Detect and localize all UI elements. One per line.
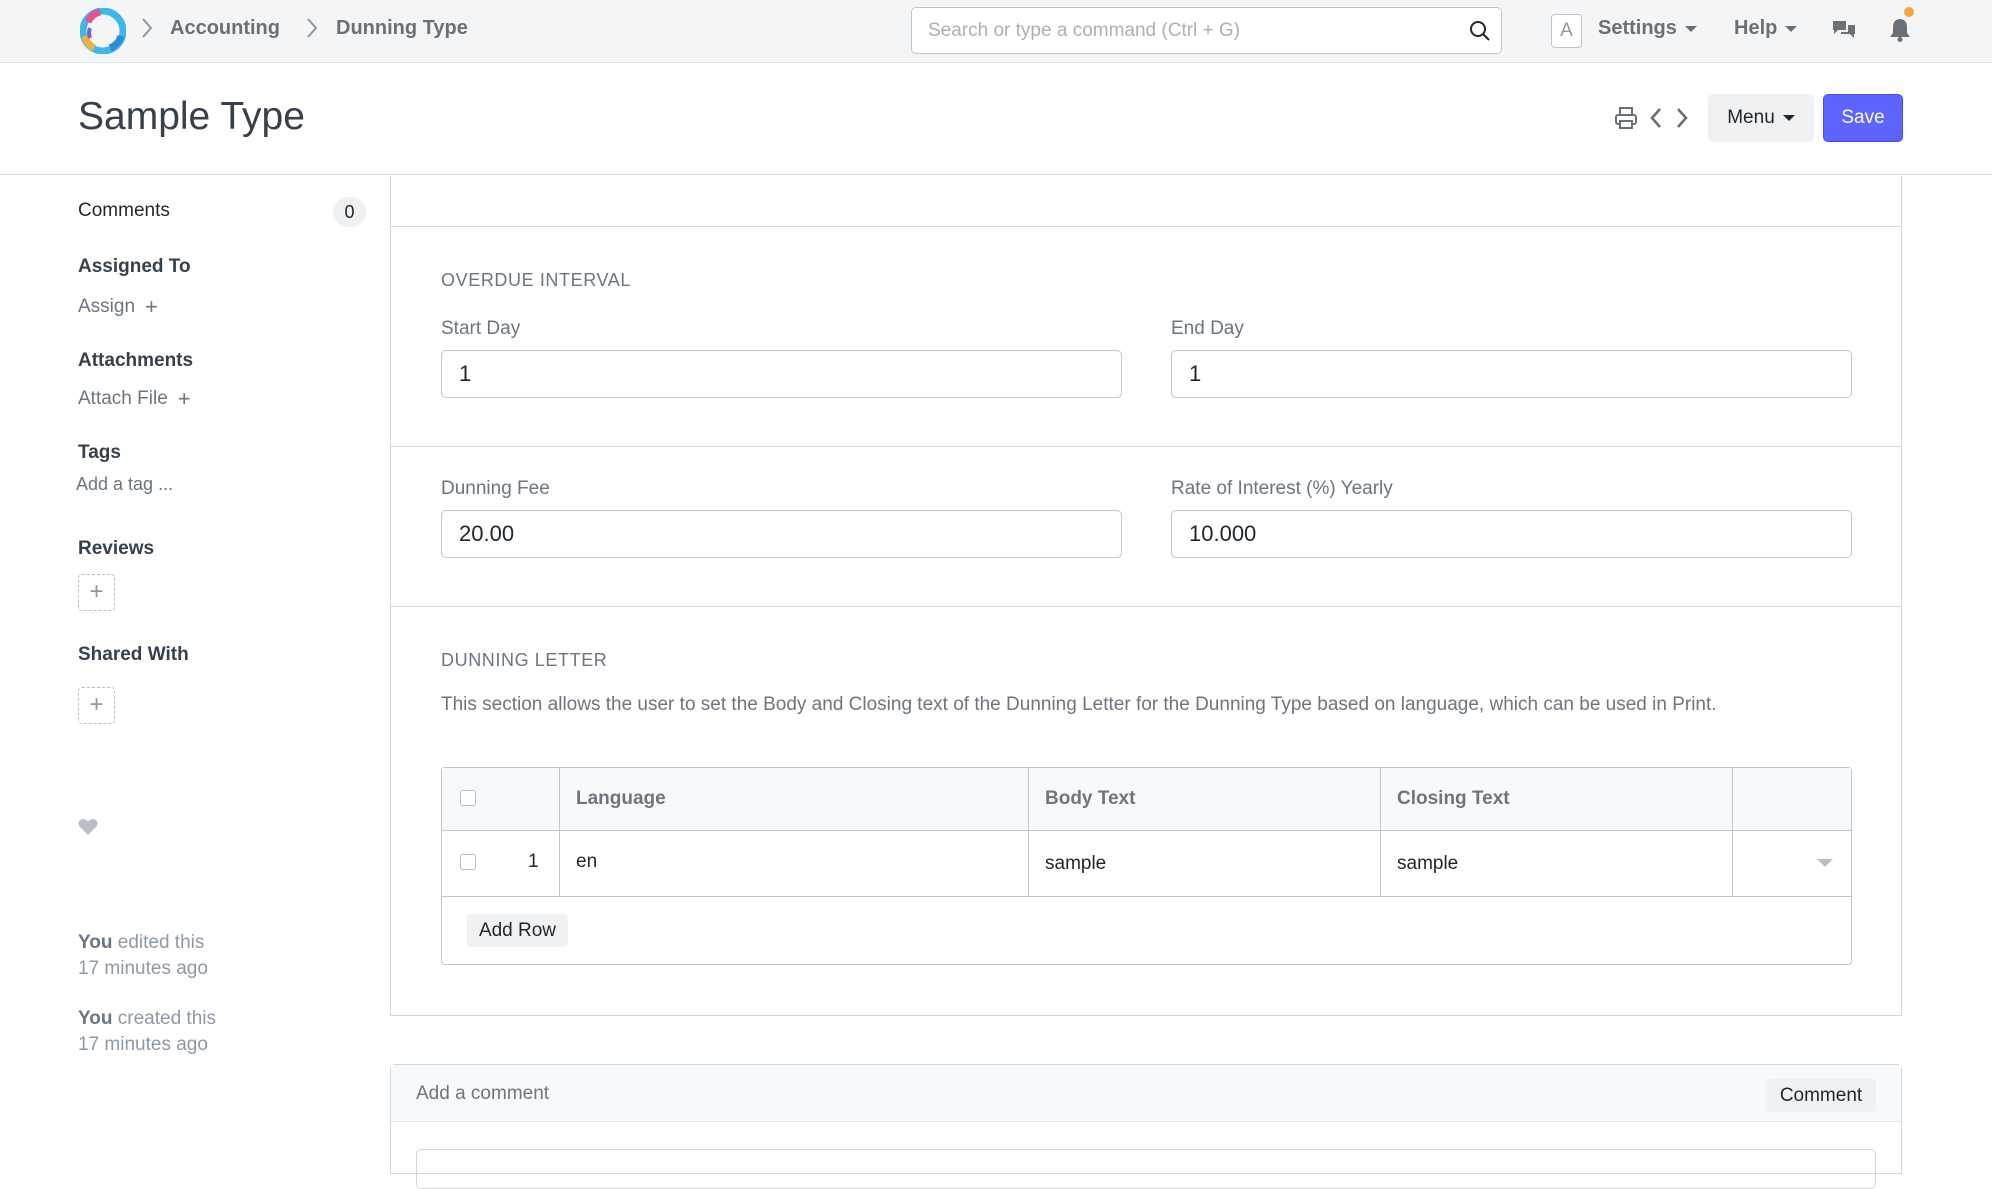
cell-body-text[interactable]: sample <box>1045 853 1106 875</box>
caret-down-icon <box>1785 25 1798 32</box>
start-day-label: Start Day <box>441 318 521 339</box>
avatar[interactable]: A <box>1551 14 1582 48</box>
search-bar[interactable] <box>911 7 1502 54</box>
attachments-heading: Attachments <box>78 350 194 371</box>
chat-icon[interactable] <box>1830 16 1858 44</box>
plus-icon: + <box>145 294 158 319</box>
select-all-checkbox[interactable] <box>460 790 476 806</box>
activity-item: You created this 17 minutes ago <box>78 1006 216 1058</box>
caret-down-icon <box>1684 25 1697 32</box>
end-day-input[interactable] <box>1171 350 1852 398</box>
menu-label: Menu <box>1727 107 1775 128</box>
help-label: Help <box>1734 17 1778 39</box>
notification-dot <box>1904 7 1914 17</box>
activity-item: You edited this 17 minutes ago <box>78 930 208 982</box>
page-header: Sample Type Menu Save <box>0 63 1992 175</box>
activity-time: 17 minutes ago <box>78 958 208 979</box>
table-header: Language Body Text Closing Text <box>442 768 1851 831</box>
comment-title: Add a comment <box>416 1083 550 1104</box>
page-title: Sample Type <box>78 95 305 138</box>
section-divider <box>391 226 1901 227</box>
column-divider <box>1732 768 1733 897</box>
heart-icon[interactable] <box>78 818 98 836</box>
activity-user: You <box>78 932 113 953</box>
navbar: Accounting Dunning Type A Settings Help <box>0 0 1992 63</box>
attach-file-link[interactable]: Attach File + <box>78 386 191 412</box>
column-header-body-text[interactable]: Body Text <box>1045 788 1135 810</box>
assign-link[interactable]: Assign + <box>78 294 158 320</box>
section-divider <box>391 446 1901 447</box>
section-description: This section allows the user to set the … <box>441 694 1717 715</box>
dunning-fee-input[interactable] <box>441 510 1122 558</box>
caret-down-icon <box>1782 114 1795 121</box>
save-button[interactable]: Save <box>1823 94 1903 142</box>
comment-box: Add a comment Comment <box>390 1064 1902 1189</box>
shared-with-heading: Shared With <box>78 644 189 665</box>
breadcrumb-accounting[interactable]: Accounting <box>170 17 280 40</box>
section-divider <box>391 606 1901 607</box>
breadcrumb-chevron-icon <box>307 18 318 38</box>
sidebar: Comments 0 Assigned To Assign + Attachmen… <box>0 176 390 1160</box>
reviews-heading: Reviews <box>78 538 155 559</box>
add-review-button[interactable]: + <box>78 574 115 611</box>
column-header-closing-text[interactable]: Closing Text <box>1397 788 1510 810</box>
add-row-button[interactable]: Add Row <box>467 914 568 947</box>
help-dropdown[interactable]: Help <box>1734 17 1798 40</box>
end-day-label: End Day <box>1171 318 1244 339</box>
search-icon[interactable] <box>1469 20 1491 42</box>
dunning-letter-table: Language Body Text Closing Text 1 en sam… <box>441 767 1852 965</box>
add-tag-input[interactable]: Add a tag ... <box>76 474 173 495</box>
bell-icon[interactable] <box>1886 16 1914 44</box>
breadcrumb-chevron-icon <box>142 18 153 38</box>
comment-button[interactable]: Comment <box>1766 1079 1876 1112</box>
row-index: 1 <box>528 851 539 872</box>
start-day-input[interactable] <box>441 350 1122 398</box>
section-title-dunning-letter: DUNNING LETTER <box>441 650 608 670</box>
add-share-button[interactable]: + <box>78 687 115 724</box>
activity-action: edited this <box>117 932 205 953</box>
chevron-right-icon[interactable] <box>1674 105 1690 131</box>
assign-label: Assign <box>78 296 136 317</box>
assigned-to-heading: Assigned To <box>78 256 191 277</box>
cell-language[interactable]: en <box>576 851 597 873</box>
rate-of-interest-label: Rate of Interest (%) Yearly <box>1171 478 1393 499</box>
menu-button[interactable]: Menu <box>1708 94 1814 142</box>
section-title-overdue-interval: OVERDUE INTERVAL <box>441 270 631 290</box>
comment-header: Add a comment Comment <box>391 1065 1901 1122</box>
chevron-left-icon[interactable] <box>1648 105 1664 131</box>
plus-icon: + <box>89 691 104 718</box>
table-row[interactable]: 1 en sample sample <box>442 831 1851 897</box>
activity-user: You <box>78 1008 113 1029</box>
activity-time: 17 minutes ago <box>78 1034 208 1055</box>
comments-count-badge: 0 <box>333 197 366 227</box>
row-edit-caret-icon[interactable] <box>1817 859 1833 867</box>
column-divider <box>1028 768 1029 897</box>
comment-input[interactable] <box>416 1149 1876 1189</box>
attach-file-label: Attach File <box>78 388 168 409</box>
search-input[interactable] <box>928 8 1448 53</box>
comments-label[interactable]: Comments <box>78 200 170 222</box>
dunning-fee-label: Dunning Fee <box>441 478 550 499</box>
column-divider <box>559 768 560 897</box>
rate-of-interest-input[interactable] <box>1171 510 1852 558</box>
cell-closing-text[interactable]: sample <box>1397 853 1458 875</box>
form-card: OVERDUE INTERVAL Start Day End Day Dunni… <box>390 176 1902 1016</box>
print-icon[interactable] <box>1614 105 1638 131</box>
settings-label: Settings <box>1598 17 1677 39</box>
settings-dropdown[interactable]: Settings <box>1598 17 1697 40</box>
row-checkbox[interactable] <box>460 854 476 870</box>
activity-action: created this <box>117 1008 216 1029</box>
tags-heading: Tags <box>78 442 121 463</box>
column-divider <box>1380 768 1381 897</box>
plus-icon: + <box>177 386 191 411</box>
app-logo-icon[interactable] <box>80 8 126 54</box>
plus-icon: + <box>89 578 104 605</box>
breadcrumb-dunning-type[interactable]: Dunning Type <box>336 17 468 40</box>
column-header-language[interactable]: Language <box>576 788 666 810</box>
